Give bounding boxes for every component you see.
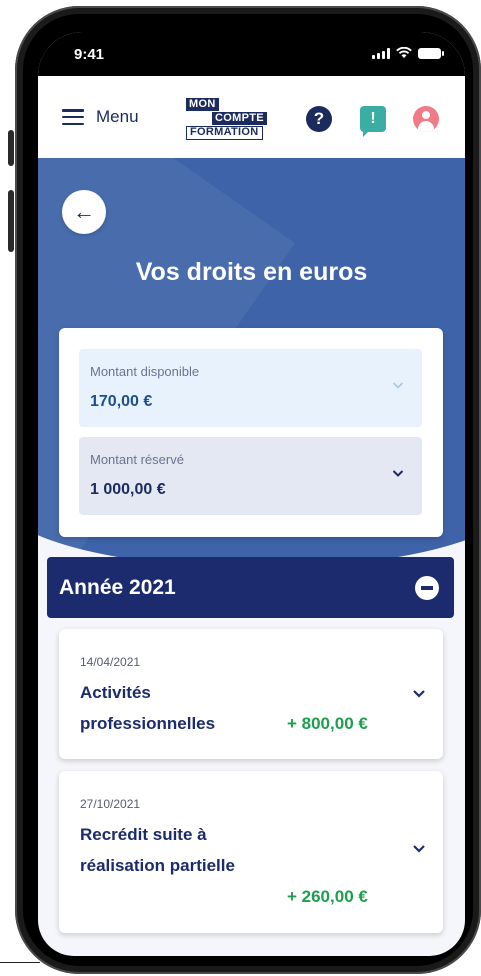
menu-label: Menu (96, 107, 139, 126)
logo-line-2: COMPTE (212, 112, 267, 125)
status-bar: 9:41 (38, 32, 465, 76)
divider-line (0, 962, 40, 963)
reserved-amount-label: Montant réservé (90, 452, 184, 467)
transaction-amount: + 800,00 € (287, 714, 368, 733)
transaction-date: 27/10/2021 (80, 797, 141, 811)
back-arrow-icon: ← (73, 199, 95, 224)
chevron-down-icon (412, 841, 426, 855)
year-section-header[interactable]: Année 2021 (47, 557, 454, 618)
transaction-title: Recrédit suite à réalisation partielle (80, 825, 235, 875)
status-icons (372, 47, 444, 59)
account-icon[interactable] (413, 106, 439, 132)
amounts-card: Montant disponible 170,00 € Montant rése… (59, 328, 443, 537)
logo-line-1: MON (186, 98, 219, 111)
transaction-title: Activités professionnelles (80, 683, 216, 733)
mon-compte-formation-logo[interactable]: MON COMPTE FORMATION (186, 98, 272, 140)
side-button (8, 190, 14, 252)
status-time: 9:41 (74, 46, 105, 63)
app-screen: 9:41 Menu MON COMPTE FORMATION ? ! ← Vos… (38, 32, 465, 956)
transaction-amount: + 260,00 € (287, 887, 368, 906)
reserved-amount-field[interactable]: Montant réservé 1 000,00 € (79, 437, 422, 515)
app-header: Menu MON COMPTE FORMATION ? ! (38, 76, 465, 158)
back-button[interactable]: ← (62, 190, 106, 234)
available-amount-field[interactable]: Montant disponible 170,00 € (79, 349, 422, 427)
signal-icon (372, 47, 390, 59)
minus-circle-icon (415, 576, 439, 600)
menu-button[interactable]: Menu (62, 107, 139, 127)
transaction-card[interactable]: 27/10/2021 Recrédit suite à réalisation … (59, 771, 443, 933)
chevron-down-icon (392, 467, 404, 479)
transaction-date: 14/04/2021 (80, 655, 141, 669)
logo-line-3: FORMATION (186, 126, 263, 140)
reserved-amount-value: 1 000,00 € (90, 481, 166, 498)
wifi-icon (396, 47, 412, 58)
side-button (8, 130, 14, 166)
available-amount-label: Montant disponible (90, 364, 200, 379)
chat-icon[interactable]: ! (360, 106, 386, 137)
chevron-down-icon (392, 379, 404, 391)
transaction-card[interactable]: 14/04/2021 Activités professionnelles + … (59, 629, 443, 759)
year-label: Année 2021 (59, 576, 176, 599)
page-title: Vos droits en euros (135, 258, 368, 286)
help-icon[interactable]: ? (306, 106, 332, 132)
hamburger-icon (62, 109, 84, 125)
battery-icon (418, 47, 444, 59)
available-amount-value: 170,00 € (90, 393, 153, 410)
chevron-down-icon (412, 686, 426, 700)
